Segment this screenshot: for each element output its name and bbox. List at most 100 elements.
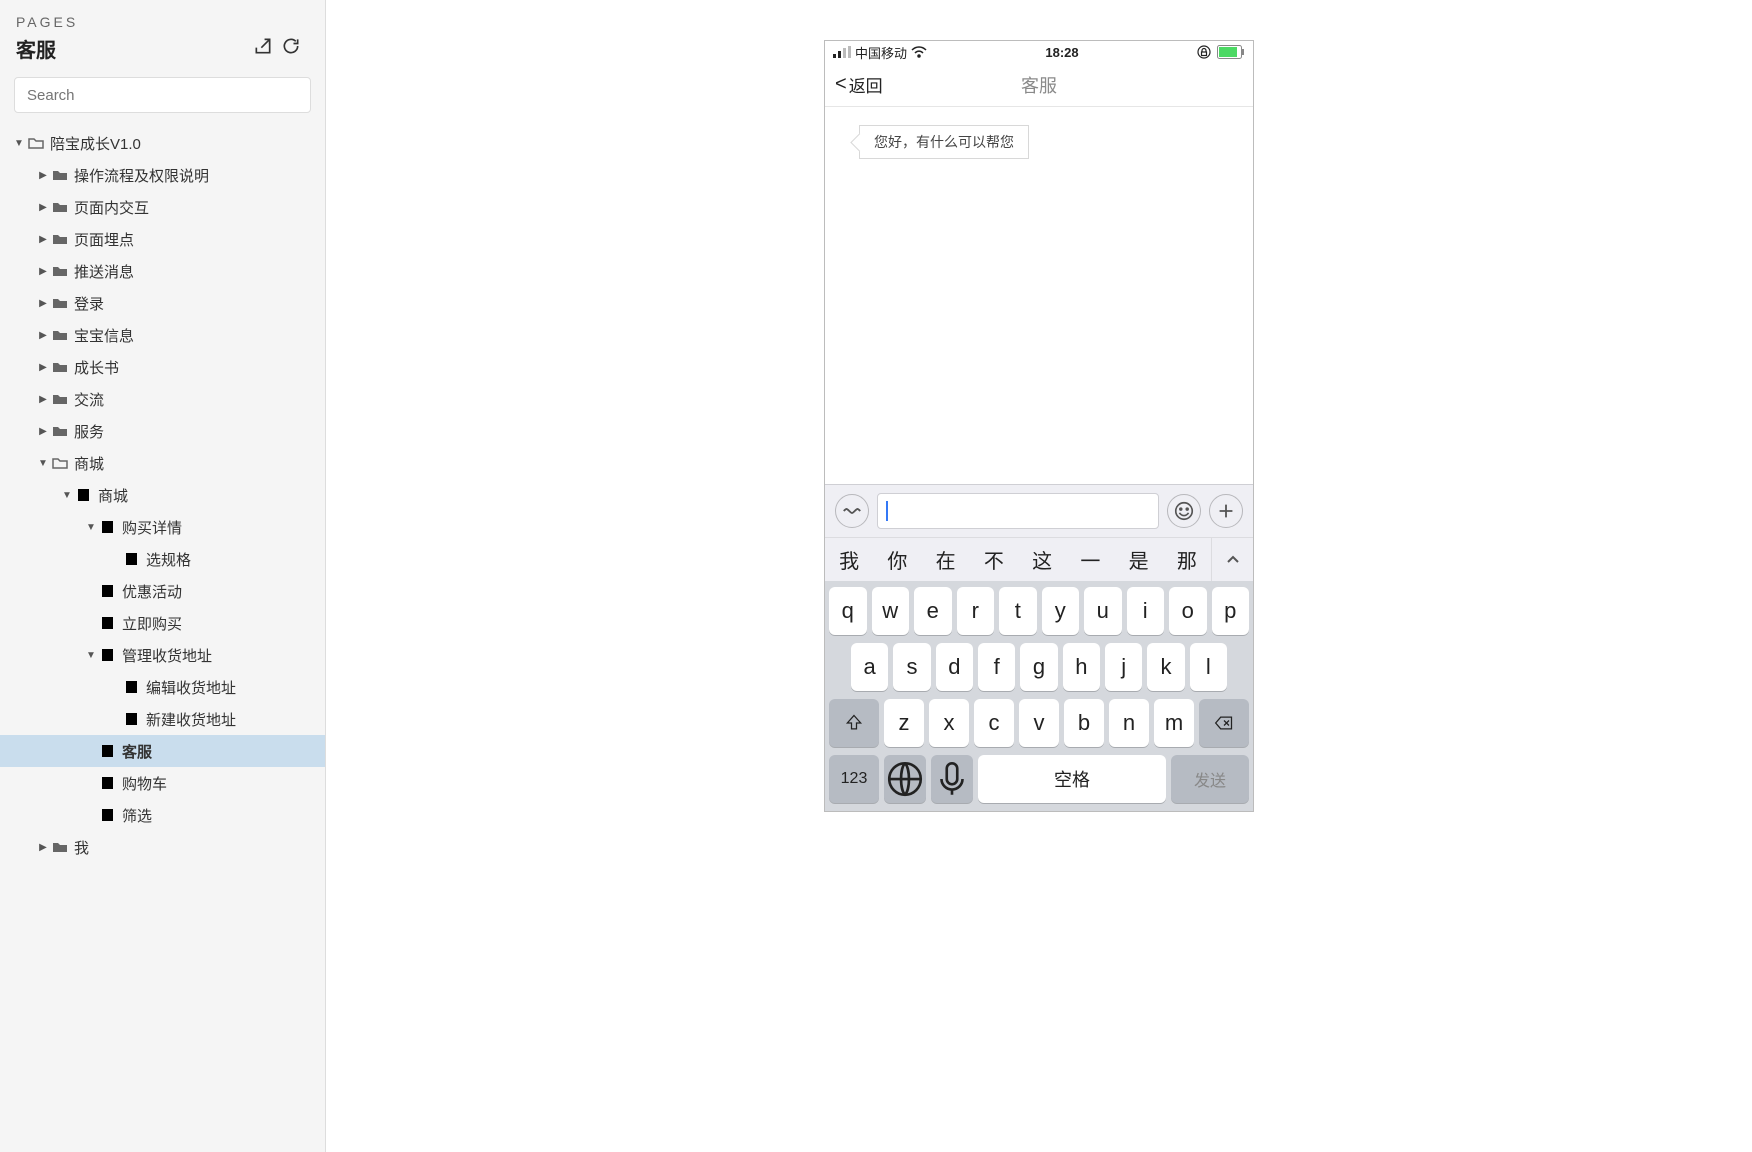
key-r[interactable]: r bbox=[957, 587, 995, 635]
tree-item[interactable]: 立即购买 bbox=[0, 607, 325, 639]
tree-item[interactable]: ▶成长书 bbox=[0, 351, 325, 383]
key-globe[interactable] bbox=[884, 755, 926, 803]
key-z[interactable]: z bbox=[884, 699, 924, 747]
suggest-item[interactable]: 是 bbox=[1115, 545, 1163, 574]
tree-item[interactable]: ▶推送消息 bbox=[0, 255, 325, 287]
key-p[interactable]: p bbox=[1212, 587, 1250, 635]
caret-icon[interactable]: ▶ bbox=[38, 842, 48, 853]
tree-label: 页面内交互 bbox=[74, 197, 149, 218]
caret-icon[interactable]: ▶ bbox=[38, 266, 48, 277]
caret-icon[interactable]: ▼ bbox=[62, 490, 72, 501]
tree-item[interactable]: 筛选 bbox=[0, 799, 325, 831]
tree-item[interactable]: ▼商城 bbox=[0, 447, 325, 479]
suggestion-bar: 我你在不这一是那 bbox=[825, 537, 1253, 581]
caret-icon[interactable]: ▶ bbox=[38, 202, 48, 213]
caret-icon[interactable]: ▼ bbox=[38, 458, 48, 469]
key-x[interactable]: x bbox=[929, 699, 969, 747]
tree-item[interactable]: ▼商城 bbox=[0, 479, 325, 511]
key-b[interactable]: b bbox=[1064, 699, 1104, 747]
chat-area[interactable]: 您好，有什么可以帮您 bbox=[825, 107, 1253, 484]
key-space[interactable]: 空格 bbox=[978, 755, 1166, 803]
suggest-item[interactable]: 那 bbox=[1163, 545, 1211, 574]
tree-label: 新建收货地址 bbox=[146, 709, 236, 730]
key-t[interactable]: t bbox=[999, 587, 1037, 635]
tree-item[interactable]: 新建收货地址 bbox=[0, 703, 325, 735]
tree-item[interactable]: ▼陪宝成长V1.0 bbox=[0, 127, 325, 159]
caret-icon[interactable]: ▶ bbox=[38, 170, 48, 181]
key-m[interactable]: m bbox=[1154, 699, 1194, 747]
suggest-item[interactable]: 不 bbox=[970, 545, 1018, 574]
tree-item[interactable]: ▶宝宝信息 bbox=[0, 319, 325, 351]
caret-icon[interactable]: ▼ bbox=[86, 522, 96, 533]
key-j[interactable]: j bbox=[1105, 643, 1142, 691]
key-s[interactable]: s bbox=[893, 643, 930, 691]
key-c[interactable]: c bbox=[974, 699, 1014, 747]
tree-item[interactable]: ▶服务 bbox=[0, 415, 325, 447]
emoji-icon[interactable] bbox=[1167, 494, 1201, 528]
tree-item[interactable]: ▶登录 bbox=[0, 287, 325, 319]
nav-title: 客服 bbox=[825, 72, 1253, 98]
add-icon[interactable] bbox=[1209, 494, 1243, 528]
caret-icon[interactable]: ▶ bbox=[38, 298, 48, 309]
search-input[interactable] bbox=[14, 77, 311, 113]
key-i[interactable]: i bbox=[1127, 587, 1165, 635]
key-w[interactable]: w bbox=[872, 587, 910, 635]
key-backspace[interactable] bbox=[1199, 699, 1249, 747]
tree-item[interactable]: ▶我 bbox=[0, 831, 325, 863]
caret-icon[interactable]: ▶ bbox=[38, 426, 48, 437]
suggest-collapse-icon[interactable] bbox=[1211, 538, 1253, 581]
tree-item[interactable]: ▼购买详情 bbox=[0, 511, 325, 543]
tree-item[interactable]: ▶ 页面内交互 bbox=[0, 191, 325, 223]
caret-icon[interactable]: ▶ bbox=[38, 234, 48, 245]
tree-item[interactable]: ▶页面埋点 bbox=[0, 223, 325, 255]
key-mic[interactable] bbox=[931, 755, 973, 803]
caret-icon[interactable]: ▼ bbox=[86, 650, 96, 661]
message-input[interactable] bbox=[877, 493, 1159, 529]
key-e[interactable]: e bbox=[914, 587, 952, 635]
key-shift[interactable] bbox=[829, 699, 879, 747]
key-n[interactable]: n bbox=[1109, 699, 1149, 747]
caret-icon[interactable]: ▼ bbox=[14, 138, 24, 149]
folder-icon bbox=[52, 296, 68, 310]
caret-icon[interactable]: ▶ bbox=[38, 330, 48, 341]
back-button[interactable]: <返回 bbox=[835, 72, 883, 97]
key-o[interactable]: o bbox=[1169, 587, 1207, 635]
key-123[interactable]: 123 bbox=[829, 755, 879, 803]
carrier-label: 中国移动 bbox=[855, 43, 907, 62]
tree-item[interactable]: 客服 bbox=[0, 735, 325, 767]
suggest-item[interactable]: 这 bbox=[1018, 545, 1066, 574]
key-k[interactable]: k bbox=[1147, 643, 1184, 691]
tree-item[interactable]: 购物车 bbox=[0, 767, 325, 799]
key-f[interactable]: f bbox=[978, 643, 1015, 691]
sidebar: PAGES 客服 ▼陪宝成长V1.0▶操作流程及权限说明▶页面内交互▶页面埋点▶… bbox=[0, 0, 326, 1152]
tree-item[interactable]: 优惠活动 bbox=[0, 575, 325, 607]
key-y[interactable]: y bbox=[1042, 587, 1080, 635]
key-g[interactable]: g bbox=[1020, 643, 1057, 691]
caret-icon[interactable]: ▶ bbox=[38, 362, 48, 373]
key-a[interactable]: a bbox=[851, 643, 888, 691]
key-h[interactable]: h bbox=[1063, 643, 1100, 691]
tree-label: 优惠活动 bbox=[122, 581, 182, 602]
refresh-icon[interactable] bbox=[281, 36, 301, 61]
tree-item[interactable]: ▶交流 bbox=[0, 383, 325, 415]
tree-item[interactable]: ▶操作流程及权限说明 bbox=[0, 159, 325, 191]
page-title: 客服 bbox=[16, 34, 56, 63]
share-icon[interactable] bbox=[253, 36, 273, 61]
battery-icon bbox=[1217, 45, 1245, 59]
key-u[interactable]: u bbox=[1084, 587, 1122, 635]
key-v[interactable]: v bbox=[1019, 699, 1059, 747]
caret-icon[interactable]: ▶ bbox=[38, 394, 48, 405]
key-d[interactable]: d bbox=[936, 643, 973, 691]
tree-label: 选规格 bbox=[146, 549, 191, 570]
tree-item[interactable]: 编辑收货地址 bbox=[0, 671, 325, 703]
voice-input-icon[interactable] bbox=[835, 494, 869, 528]
tree-item[interactable]: ▼管理收货地址 bbox=[0, 639, 325, 671]
suggest-item[interactable]: 我 bbox=[825, 545, 873, 574]
suggest-item[interactable]: 一 bbox=[1066, 545, 1114, 574]
key-q[interactable]: q bbox=[829, 587, 867, 635]
tree-item[interactable]: 选规格 bbox=[0, 543, 325, 575]
suggest-item[interactable]: 你 bbox=[873, 545, 921, 574]
key-send[interactable]: 发送 bbox=[1171, 755, 1249, 803]
key-l[interactable]: l bbox=[1190, 643, 1227, 691]
suggest-item[interactable]: 在 bbox=[922, 545, 970, 574]
